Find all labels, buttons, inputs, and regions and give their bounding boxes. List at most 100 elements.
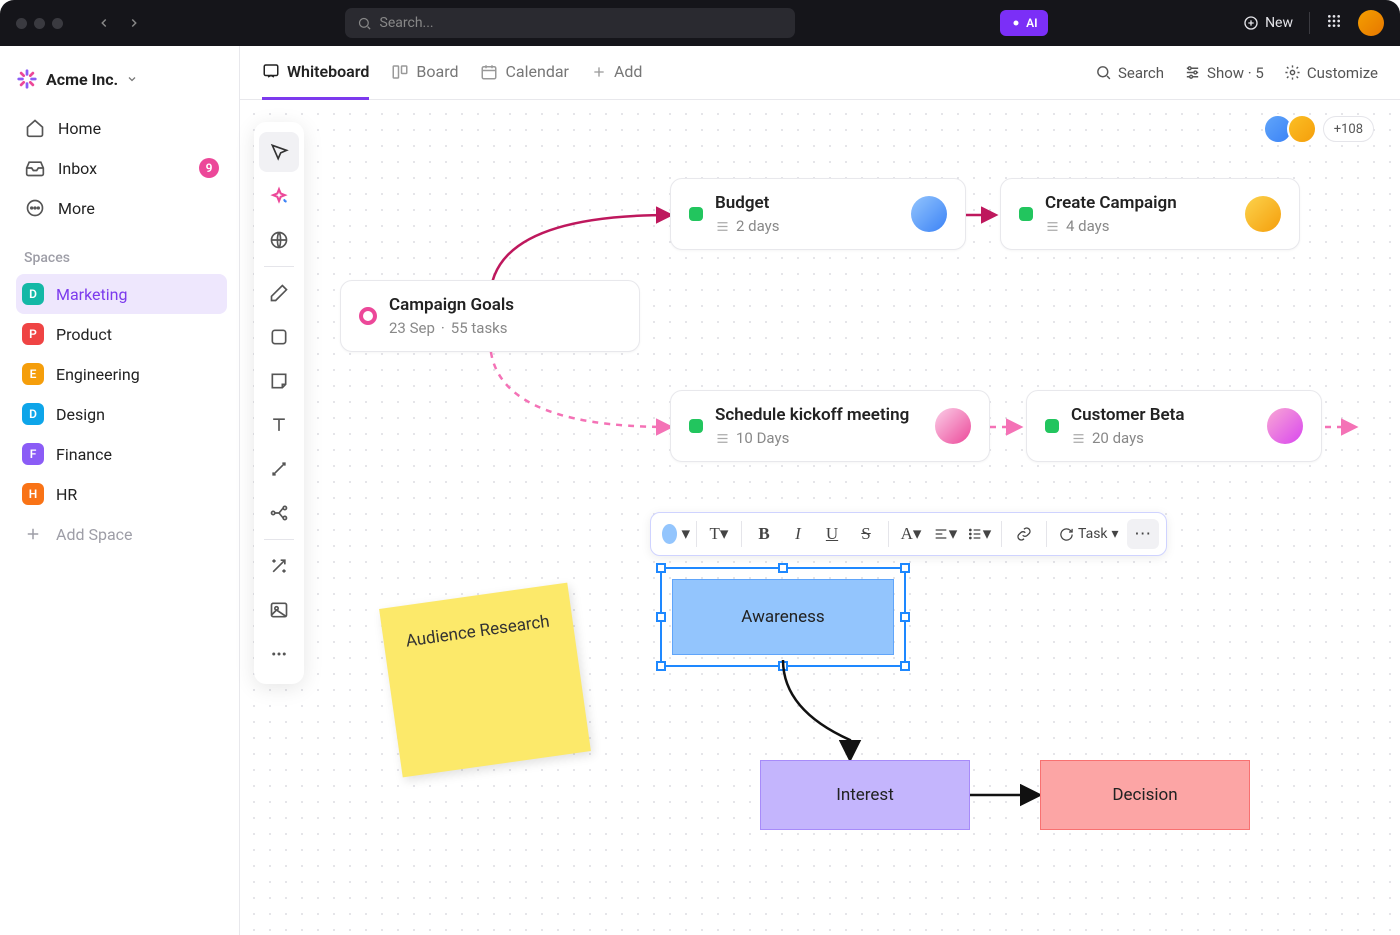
shape-decision[interactable]: Decision — [1040, 760, 1250, 830]
space-label: Marketing — [56, 285, 127, 304]
space-marketing[interactable]: D Marketing — [16, 274, 227, 314]
link-button[interactable] — [1008, 519, 1040, 549]
search-placeholder: Search... — [380, 15, 434, 31]
more-format[interactable]: ⋯ — [1127, 519, 1159, 549]
user-avatar[interactable] — [1358, 10, 1384, 36]
space-label: Design — [56, 405, 105, 424]
font-family[interactable]: T▾ — [703, 519, 735, 549]
logo-icon — [16, 68, 38, 90]
space-engineering[interactable]: EEngineering — [16, 354, 227, 394]
tool-connector[interactable] — [259, 449, 299, 489]
space-hr[interactable]: HHR — [16, 474, 227, 514]
space-badge: F — [22, 443, 44, 465]
assignee-avatar[interactable] — [935, 408, 971, 444]
new-button[interactable]: New — [1243, 15, 1293, 31]
card-campaign-goals[interactable]: Campaign Goals 23 Sep·55 tasks — [340, 280, 640, 352]
tool-more[interactable] — [259, 634, 299, 674]
more-icon — [24, 197, 46, 219]
nav-more[interactable]: More — [16, 188, 227, 228]
nav-inbox[interactable]: Inbox 9 — [16, 148, 227, 188]
card-kickoff[interactable]: Schedule kickoff meeting 10 Days — [670, 390, 990, 462]
space-design[interactable]: D Design — [16, 394, 227, 434]
tool-web[interactable] — [259, 220, 299, 260]
status-icon — [1045, 419, 1059, 433]
view-search[interactable]: Search — [1095, 64, 1164, 82]
tool-sticky[interactable] — [259, 361, 299, 401]
whiteboard-icon — [262, 62, 280, 80]
titlebar: Search... AI New — [0, 0, 1400, 46]
tab-calendar[interactable]: Calendar — [480, 46, 568, 100]
assignee-avatar[interactable] — [911, 196, 947, 232]
tab-add[interactable]: Add — [591, 46, 642, 100]
view-tabs: Whiteboard Board Calendar Add Search Sho… — [240, 46, 1400, 100]
space-label: Engineering — [56, 365, 140, 384]
inbox-badge: 9 — [199, 158, 219, 178]
assignee-avatar[interactable] — [1245, 196, 1281, 232]
tool-palette — [254, 122, 304, 684]
shape-awareness[interactable]: Awareness — [672, 579, 894, 655]
more-collaborators[interactable]: +108 — [1323, 116, 1374, 142]
space-finance[interactable]: F Finance — [16, 434, 227, 474]
tool-ai[interactable] — [259, 176, 299, 216]
tool-mindmap[interactable] — [259, 493, 299, 533]
space-label: Finance — [56, 445, 112, 464]
bold-button[interactable]: B — [748, 519, 780, 549]
tool-text[interactable] — [259, 405, 299, 445]
nav-forward[interactable] — [119, 9, 149, 37]
space-badge: D — [22, 403, 44, 425]
window-controls[interactable] — [16, 18, 63, 29]
status-icon — [689, 207, 703, 221]
workspace-switcher[interactable]: Acme Inc. — [16, 64, 227, 108]
whiteboard-canvas[interactable]: +108 Campaign Goals 23 Sep·55 — [240, 100, 1400, 935]
sidebar: Acme Inc. Home Inbox 9 More Spaces DMark… — [0, 46, 240, 935]
add-space-button[interactable]: Add Space — [16, 514, 227, 554]
shape-interest[interactable]: Interest — [760, 760, 970, 830]
text-color[interactable]: A▾ — [895, 519, 927, 549]
list-icon — [715, 431, 730, 446]
space-product[interactable]: PProduct — [16, 314, 227, 354]
tool-select[interactable] — [259, 132, 299, 172]
sliders-icon — [1184, 64, 1201, 81]
italic-button[interactable]: I — [782, 519, 814, 549]
content: Whiteboard Board Calendar Add Search Sho… — [240, 46, 1400, 935]
tool-magic[interactable] — [259, 546, 299, 586]
list-icon — [1045, 219, 1060, 234]
list-icon — [715, 219, 730, 234]
status-ring-icon — [359, 307, 377, 325]
strike-button[interactable]: S — [850, 519, 882, 549]
space-label: Product — [56, 325, 112, 344]
global-search[interactable]: Search... — [345, 8, 795, 38]
tool-image[interactable] — [259, 590, 299, 630]
home-icon — [24, 117, 46, 139]
status-icon — [689, 419, 703, 433]
list-button[interactable]: ▾ — [963, 519, 995, 549]
align-button[interactable]: ▾ — [929, 519, 961, 549]
tab-board[interactable]: Board — [391, 46, 458, 100]
assignee-avatar[interactable] — [1267, 408, 1303, 444]
chevron-down-icon — [126, 73, 138, 85]
space-label: HR — [56, 485, 77, 504]
view-customize[interactable]: Customize — [1284, 64, 1378, 82]
convert-task[interactable]: Task ▾ — [1053, 519, 1125, 549]
nav-home[interactable]: Home — [16, 108, 227, 148]
card-create-campaign[interactable]: Create Campaign 4 days — [1000, 178, 1300, 250]
tool-pen[interactable] — [259, 273, 299, 313]
tab-whiteboard[interactable]: Whiteboard — [262, 46, 369, 100]
ai-button[interactable]: AI — [1000, 10, 1047, 36]
sticky-note[interactable]: Audience Research — [379, 583, 591, 778]
selection[interactable]: Awareness — [660, 567, 906, 667]
search-icon — [1095, 64, 1112, 81]
calendar-icon — [480, 63, 498, 81]
space-badge: D — [22, 283, 44, 305]
plus-icon — [22, 525, 44, 543]
apps-grid-icon[interactable] — [1326, 13, 1342, 33]
tool-shape[interactable] — [259, 317, 299, 357]
card-budget[interactable]: Budget 2 days — [670, 178, 966, 250]
nav-back[interactable] — [89, 9, 119, 37]
view-show[interactable]: Show · 5 — [1184, 64, 1264, 82]
list-icon — [1071, 431, 1086, 446]
collaborator-avatars[interactable]: +108 — [1269, 114, 1374, 144]
card-customer-beta[interactable]: Customer Beta 20 days — [1026, 390, 1322, 462]
underline-button[interactable]: U — [816, 519, 848, 549]
fill-color[interactable]: ▾ — [658, 519, 690, 549]
